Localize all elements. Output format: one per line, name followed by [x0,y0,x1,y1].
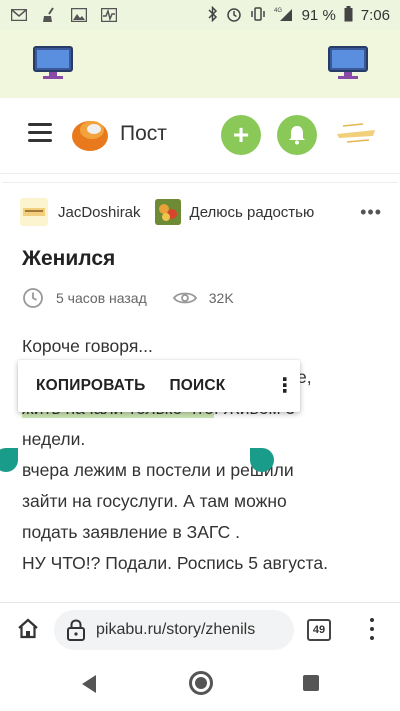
monitor-icon [328,46,368,79]
text-line: недели. [22,429,86,449]
signal-icon: 4G [274,6,294,25]
add-post-button[interactable]: + [221,115,261,155]
recent-apps-icon[interactable] [303,675,319,691]
browser-toolbar: pikabu.ru/story/zhenils 49 [0,602,400,654]
copy-button[interactable]: КОПИРОВАТЬ [36,377,145,395]
text-line: НУ ЧТО!? Подали. Роспись 5 августа. [22,553,328,573]
tab-switcher-button[interactable]: 49 [307,619,331,641]
browser-menu-icon[interactable] [362,615,382,643]
bluetooth-icon [208,5,218,25]
gmail-icon [10,7,28,23]
alarm-icon [226,6,242,25]
clock-icon [23,288,43,308]
selection-handle-end[interactable] [250,448,274,472]
address-bar[interactable]: pikabu.ru/story/zhenils [54,610,294,650]
monitor-icon [33,46,73,79]
network-label: 4G [274,8,282,14]
post-title[interactable]: Женился [22,247,115,271]
plus-icon: + [232,119,250,150]
system-nav-bar [0,654,400,711]
author-name[interactable]: JacDoshirak [58,204,141,221]
battery-icon [344,5,353,25]
text-line: подать заявление в ЗАГС . [22,522,240,542]
back-icon[interactable] [80,674,98,694]
activity-icon [100,7,118,23]
text-line: зайти на госуслуги. А там можно [22,491,287,511]
more-options-icon[interactable]: ••• [360,202,382,223]
vibrate-icon [250,6,266,24]
text-selection-menu: КОПИРОВАТЬ ПОИСК ⋮ [18,360,300,412]
post-meta: 5 часов назад 32K [22,287,234,309]
community-name[interactable]: Делюсь радостью [190,204,315,221]
post-views: 32K [208,290,234,306]
notifications-button[interactable] [277,115,317,155]
page-title: Пост [120,122,167,145]
bell-icon [289,126,305,145]
ad-banner[interactable] [0,30,400,98]
app-header: Пост + [0,98,400,174]
post-time: 5 часов назад [56,290,147,306]
clock: 7:06 [360,6,390,24]
author-avatar[interactable] [20,198,48,226]
image-icon [70,7,88,23]
lock-icon [67,619,85,641]
eye-icon [172,292,197,304]
broom-icon [40,7,58,23]
text-line: Короче говоря... [22,336,153,356]
hamburger-menu-icon[interactable] [28,123,52,143]
more-menu-icon[interactable]: ⋮ [270,376,300,396]
home-nav-icon[interactable] [189,671,213,695]
pikabu-logo[interactable] [70,116,110,152]
user-avatar[interactable] [333,118,379,148]
search-button[interactable]: ПОИСК [169,377,225,395]
post-author-row: JacDoshirak Делюсь радостью ••• [20,197,382,227]
battery-percent: 91 % [301,6,336,24]
text-line: вчера лежим в постели и решили [22,460,294,480]
community-avatar[interactable] [154,199,181,225]
status-bar: 4G 91 % 7:06 [0,0,400,30]
home-icon[interactable] [16,617,40,641]
url-text: pikabu.ru/story/zhenils [96,621,256,638]
